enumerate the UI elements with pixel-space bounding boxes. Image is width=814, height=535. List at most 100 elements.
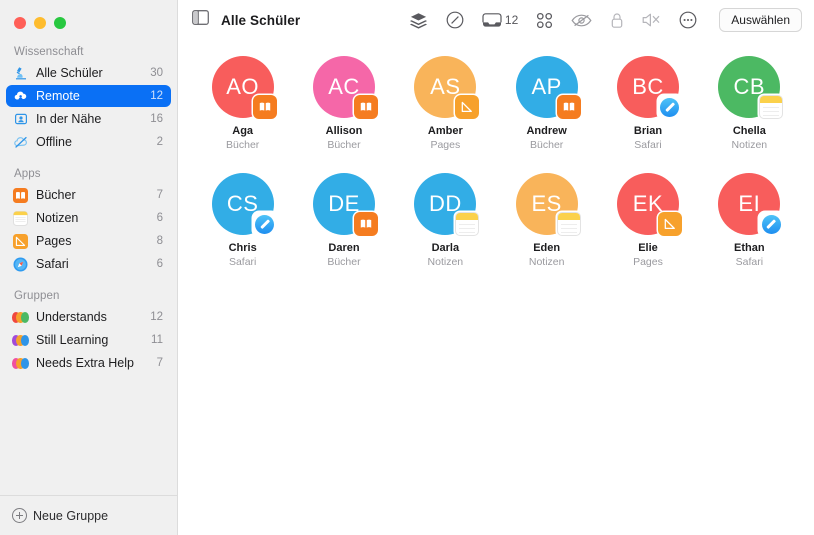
student-name: Ethan bbox=[734, 242, 765, 254]
student-card[interactable]: EK Elie Pages bbox=[597, 173, 698, 268]
eye-slash-icon[interactable] bbox=[571, 13, 592, 28]
student-app-label: Notizen bbox=[427, 256, 464, 268]
sidebar-item-remote[interactable]: Remote 12 bbox=[6, 85, 171, 107]
sidebar-item-label: Notizen bbox=[36, 211, 79, 225]
student-name: Allison bbox=[325, 125, 363, 137]
sidebar-item-label: In der Nähe bbox=[36, 112, 102, 126]
navigate-icon[interactable] bbox=[446, 11, 464, 29]
sidebar-item-understands[interactable]: Understands 12 bbox=[6, 306, 171, 328]
avatar[interactable]: AO bbox=[211, 56, 277, 119]
sidebar-item-label: Alle Schüler bbox=[36, 66, 103, 80]
student-card[interactable]: BC Brian Safari bbox=[597, 56, 698, 151]
new-group-button[interactable]: Neue Gruppe bbox=[0, 495, 177, 535]
sidebar-item-offline[interactable]: Offline 2 bbox=[6, 131, 171, 153]
sidebar-item-count: 8 bbox=[156, 235, 163, 247]
traffic-lights bbox=[0, 0, 177, 34]
layers-icon[interactable] bbox=[409, 12, 428, 29]
avatar[interactable]: EI bbox=[718, 173, 784, 236]
student-card[interactable]: DD Darla Notizen bbox=[395, 173, 496, 268]
student-app-label: Safari bbox=[634, 139, 662, 151]
sidebar-item-alle-schueler[interactable]: Alle Schüler 30 bbox=[6, 62, 171, 84]
student-grid-area: AO Aga Bücher AC Allison Bücher AS Amber Pages AP… bbox=[178, 40, 814, 535]
safari-app-icon bbox=[12, 256, 29, 273]
sidebar-item-label: Still Learning bbox=[36, 333, 109, 347]
student-name: Elie bbox=[638, 242, 658, 254]
minimize-button[interactable] bbox=[34, 17, 46, 29]
sidebar-item-count: 7 bbox=[156, 189, 163, 201]
lock-icon[interactable] bbox=[610, 12, 624, 29]
student-card[interactable]: CB Chella Notizen bbox=[699, 56, 800, 151]
student-name: Brian bbox=[633, 125, 663, 137]
sidebar-item-count: 16 bbox=[150, 113, 163, 125]
app-window: Wissenschaft Alle Schüler 30 Remote 12 I… bbox=[0, 0, 814, 535]
sidebar-item-label: Pages bbox=[36, 234, 72, 248]
books-badge-icon bbox=[556, 95, 581, 119]
grid-icon[interactable] bbox=[536, 12, 553, 29]
avatar[interactable]: DD bbox=[414, 173, 480, 236]
group-dots-icon bbox=[12, 332, 29, 349]
student-card[interactable]: AC Allison Bücher bbox=[293, 56, 394, 151]
sidebar-item-buecher[interactable]: Bücher 7 bbox=[6, 184, 171, 206]
notes-badge-icon bbox=[455, 212, 480, 236]
avatar[interactable]: AP bbox=[515, 56, 581, 119]
cloud-person-icon bbox=[12, 88, 29, 105]
mute-icon[interactable] bbox=[642, 12, 661, 28]
close-button[interactable] bbox=[14, 17, 26, 29]
student-card[interactable]: DE Daren Bücher bbox=[293, 173, 394, 268]
sidebar-item-label: Remote bbox=[36, 89, 80, 103]
student-card[interactable]: ES Eden Notizen bbox=[496, 173, 597, 268]
avatar[interactable]: DE bbox=[312, 173, 378, 236]
student-card[interactable]: CS Chris Safari bbox=[192, 173, 293, 268]
avatar[interactable]: EK bbox=[616, 173, 682, 236]
safari-badge-icon bbox=[252, 212, 277, 236]
student-card[interactable]: AP Andrew Bücher bbox=[496, 56, 597, 151]
avatar[interactable]: BC bbox=[616, 56, 682, 119]
toolbar: Alle Schüler 12 Auswählen bbox=[178, 0, 814, 40]
student-card[interactable]: EI Ethan Safari bbox=[699, 173, 800, 268]
new-group-label: Neue Gruppe bbox=[33, 508, 109, 523]
student-card[interactable]: AS Amber Pages bbox=[395, 56, 496, 151]
student-app-label: Notizen bbox=[528, 256, 565, 268]
sidebar-item-safari[interactable]: Safari 6 bbox=[6, 253, 171, 275]
notes-app-icon bbox=[12, 210, 29, 227]
avatar[interactable]: ES bbox=[515, 173, 581, 236]
student-name: Andrew bbox=[526, 125, 567, 137]
books-app-icon bbox=[12, 187, 29, 204]
sidebar-item-in-der-naehe[interactable]: In der Nähe 16 bbox=[6, 108, 171, 130]
sidebar-item-needs-extra-help[interactable]: Needs Extra Help 7 bbox=[6, 352, 171, 374]
zoom-button[interactable] bbox=[54, 17, 66, 29]
avatar[interactable]: CB bbox=[718, 56, 784, 119]
notes-badge-icon bbox=[556, 212, 581, 236]
books-badge-icon bbox=[353, 212, 378, 236]
more-icon[interactable] bbox=[679, 11, 697, 29]
pages-app-icon bbox=[12, 233, 29, 250]
sidebar-item-pages[interactable]: Pages 8 bbox=[6, 230, 171, 252]
avatar[interactable]: AC bbox=[312, 56, 378, 119]
sidebar-toggle-icon[interactable] bbox=[192, 10, 209, 30]
student-app-label: Notizen bbox=[731, 139, 768, 151]
sidebar-item-count: 6 bbox=[156, 258, 163, 270]
student-app-label: Pages bbox=[633, 256, 663, 268]
sidebar-item-label: Safari bbox=[36, 257, 69, 271]
sidebar-item-count: 7 bbox=[156, 357, 163, 369]
group-dots-icon bbox=[12, 309, 29, 326]
student-name: Chris bbox=[228, 242, 257, 254]
student-app-label: Bücher bbox=[226, 139, 260, 151]
sidebar-item-still-learning[interactable]: Still Learning 11 bbox=[6, 329, 171, 351]
sidebar-list: Wissenschaft Alle Schüler 30 Remote 12 I… bbox=[0, 34, 177, 495]
sidebar: Wissenschaft Alle Schüler 30 Remote 12 I… bbox=[0, 0, 178, 535]
student-name: Darla bbox=[431, 242, 460, 254]
student-card[interactable]: AO Aga Bücher bbox=[192, 56, 293, 151]
sidebar-item-count: 6 bbox=[156, 212, 163, 224]
student-name: Daren bbox=[328, 242, 360, 254]
books-badge-icon bbox=[353, 95, 378, 119]
avatar[interactable]: CS bbox=[211, 173, 277, 236]
main-area: Alle Schüler 12 Auswählen AO Aga Bücher … bbox=[178, 0, 814, 535]
avatar[interactable]: AS bbox=[414, 56, 480, 119]
student-app-label: Pages bbox=[430, 139, 461, 151]
select-button[interactable]: Auswählen bbox=[719, 8, 802, 32]
sidebar-item-notizen[interactable]: Notizen 6 bbox=[6, 207, 171, 229]
page-title: Alle Schüler bbox=[221, 12, 301, 28]
inbox-icon[interactable]: 12 bbox=[482, 12, 518, 28]
sidebar-item-count: 30 bbox=[150, 67, 163, 79]
